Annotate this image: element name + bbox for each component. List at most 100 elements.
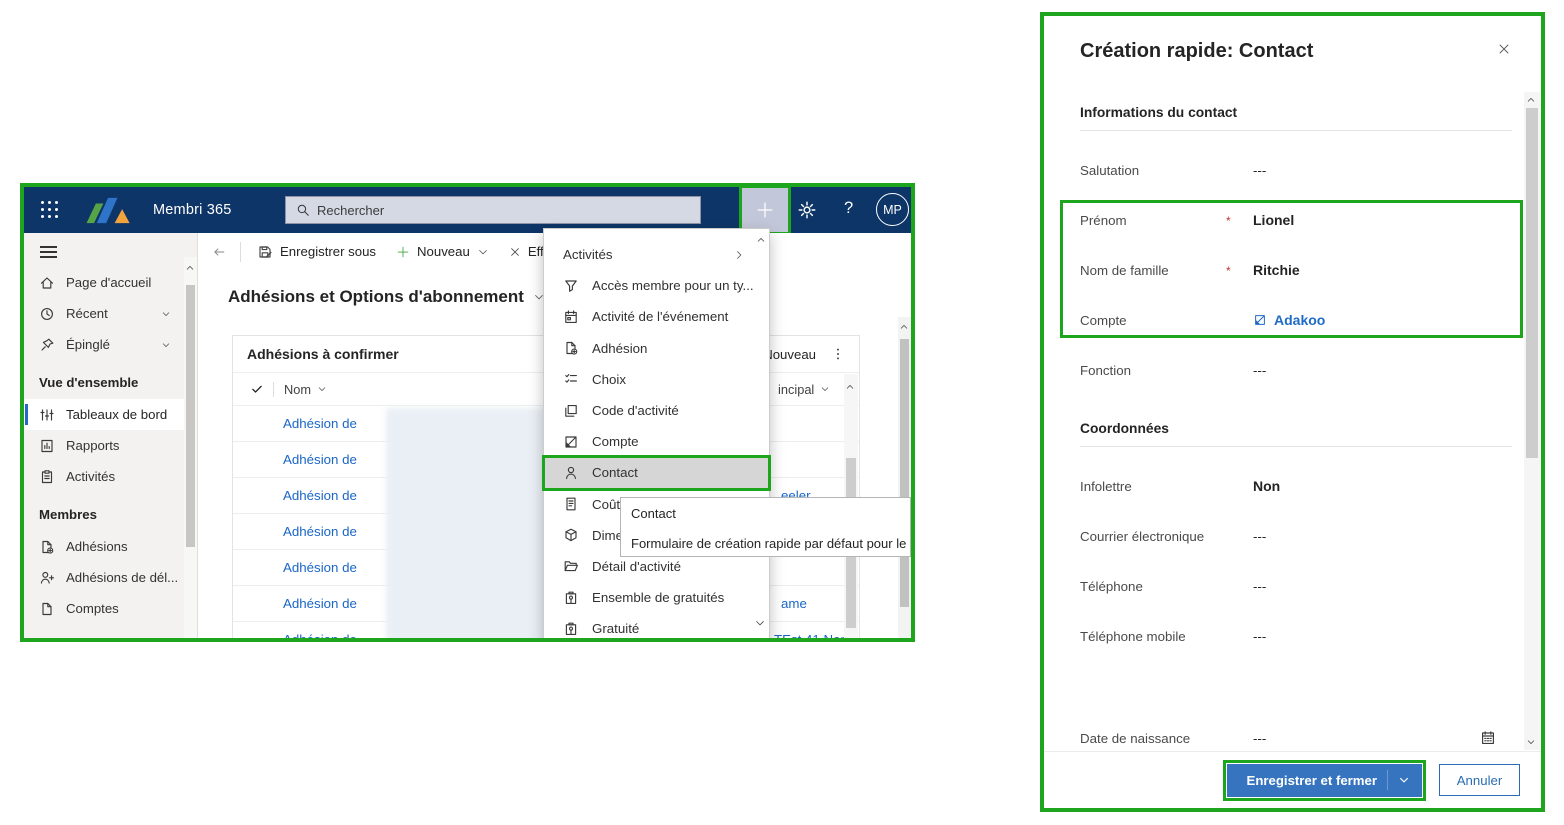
menu-item-label: Choix	[592, 372, 626, 387]
sidebar-item-adh-sions-de-d-l[interactable]: Adhésions de dél...	[24, 562, 197, 593]
panel-scrollbar[interactable]	[1524, 92, 1540, 750]
save-and-close-button[interactable]: Enregistrer et fermer	[1227, 764, 1422, 797]
row-name-link[interactable]: Adhésion de	[283, 560, 357, 575]
avatar[interactable]: MP	[876, 193, 909, 226]
menu-item-label: Compte	[592, 434, 639, 449]
scrollbar-thumb[interactable]	[186, 285, 195, 547]
checklist-icon	[563, 371, 580, 387]
field-value[interactable]: ---	[1253, 163, 1266, 178]
new-button[interactable]: Nouveau	[386, 244, 499, 259]
field-row-nom-de-famille: Nom de famille*Ritchie	[1080, 245, 1512, 295]
menu-item-code-d-activit[interactable]: Code d'activité	[544, 395, 769, 426]
gear-icon[interactable]	[797, 200, 817, 220]
sidebar-scrollbar[interactable]	[184, 257, 197, 638]
menu-item-compte[interactable]: Compte	[544, 426, 769, 457]
scrollbar-thumb[interactable]	[1526, 108, 1538, 458]
menu-item-choix[interactable]: Choix	[544, 364, 769, 395]
row-name-link[interactable]: Adhésion de	[283, 452, 357, 467]
sidebar-nav: Page d'accueilRécentÉpingléVue d'ensembl…	[24, 267, 197, 624]
scroll-up-icon[interactable]	[845, 382, 855, 392]
scrollbar-thumb[interactable]	[900, 339, 909, 607]
close-button[interactable]	[1497, 42, 1511, 56]
menu-item-activit-s[interactable]: Activités	[544, 239, 769, 270]
scroll-up-icon[interactable]	[899, 322, 909, 332]
menu-item-ensemble-de-gratuit-s[interactable]: Ensemble de gratuités	[544, 582, 769, 613]
quick-create-plus-button[interactable]	[742, 188, 788, 232]
row-name-link[interactable]: Adhésion de	[283, 524, 357, 539]
field-value[interactable]: ---	[1253, 579, 1266, 594]
menu-item-label: Contact	[592, 465, 638, 480]
close-icon	[509, 246, 521, 258]
sidebar-item-r-cent[interactable]: Récent	[24, 298, 197, 329]
menu-item-label: Adhésion	[592, 341, 647, 356]
sidebar-item-rapports[interactable]: Rapports	[24, 430, 197, 461]
search-icon	[296, 203, 310, 217]
top-navbar: Membri 365 ? MP	[24, 187, 911, 233]
field-value[interactable]: ---	[1253, 363, 1266, 378]
sidebar-item-pingl[interactable]: Épinglé	[24, 329, 197, 360]
row-name-link[interactable]: Adhésion de	[283, 488, 357, 503]
menu-item-acc-s-membre-pour-un-ty[interactable]: Accès membre pour un ty...	[544, 270, 769, 301]
field-value[interactable]: Ritchie	[1253, 262, 1300, 278]
menu-item-label: Activité de l'événement	[592, 309, 728, 324]
required-asterisk	[1226, 485, 1253, 487]
save-as-icon	[257, 244, 273, 260]
scroll-up-icon[interactable]	[1526, 95, 1536, 105]
sidebar-item-label: Activités	[66, 469, 115, 484]
required-asterisk	[1226, 635, 1253, 637]
field-value-text: Ritchie	[1253, 262, 1300, 278]
sidebar-item-tableaux-de-bord[interactable]: Tableaux de bord	[24, 399, 197, 430]
back-button[interactable]	[204, 245, 234, 259]
clipboard-icon	[39, 469, 55, 485]
clock-icon	[39, 306, 55, 322]
field-value[interactable]: ---	[1253, 629, 1266, 644]
waffle-icon[interactable]	[41, 201, 59, 219]
field-value[interactable]: ---	[1253, 731, 1266, 746]
sidebar-item-comptes[interactable]: Comptes	[24, 593, 197, 624]
field-row-infolettre: InfolettreNon	[1080, 461, 1512, 511]
more-icon[interactable]	[831, 347, 845, 361]
row-name-link[interactable]: Adhésion de	[283, 632, 357, 638]
main-scrollbar[interactable]	[898, 317, 911, 638]
calendar-icon	[563, 309, 580, 325]
sidebar-item-page-d-accueil[interactable]: Page d'accueil	[24, 267, 197, 298]
global-search[interactable]	[285, 196, 701, 224]
divider	[1080, 130, 1512, 131]
field-value[interactable]: Adakoo	[1253, 312, 1325, 328]
field-value[interactable]: ---	[1253, 529, 1266, 544]
person-add-icon	[39, 570, 55, 586]
row-contact-link[interactable]: ame	[781, 596, 807, 611]
menu-item-activit-de-l-v-nement[interactable]: Activité de l'événement	[544, 301, 769, 332]
menu-item-adh-sion[interactable]: Adhésion	[544, 333, 769, 364]
copy-icon	[563, 403, 580, 419]
field-value-text: ---	[1253, 363, 1266, 378]
scroll-down-icon[interactable]	[1526, 737, 1536, 747]
row-name-link[interactable]: Adhésion de	[283, 416, 357, 431]
field-value[interactable]: Lionel	[1253, 212, 1294, 228]
field-label: Salutation	[1080, 163, 1226, 178]
cancel-button[interactable]: Annuler	[1439, 764, 1520, 796]
save-as-button[interactable]: Enregistrer sous	[247, 244, 386, 260]
chevron-down-icon[interactable]	[1398, 774, 1410, 786]
menu-item-contact[interactable]: Contact	[544, 457, 769, 488]
sidebar-item-adh-sions[interactable]: Adhésions	[24, 531, 197, 562]
column-header-principal[interactable]: incipal	[778, 382, 830, 397]
field-label: Fonction	[1080, 363, 1226, 378]
field-row-t-l-phone: Téléphone---	[1080, 561, 1512, 611]
column-header-nom[interactable]: Nom	[284, 382, 327, 397]
giftset-icon	[563, 590, 580, 606]
field-value[interactable]: Non	[1253, 478, 1280, 494]
menu-item-gratuit[interactable]: Gratuité	[544, 613, 769, 638]
sidebar-item-activit-s[interactable]: Activités	[24, 461, 197, 492]
menu-item-label: Dime	[592, 528, 623, 543]
scroll-up-icon[interactable]	[185, 263, 195, 273]
help-button[interactable]: ?	[844, 199, 853, 218]
tooltip: Contact Formulaire de création rapide pa…	[620, 497, 911, 557]
sidebar-section-header: Membres	[24, 492, 197, 531]
divider	[273, 382, 274, 397]
row-name-link[interactable]: Adhésion de	[283, 596, 357, 611]
check-icon[interactable]	[251, 383, 263, 395]
search-input[interactable]	[317, 203, 700, 218]
hamburger-icon[interactable]	[40, 246, 57, 258]
main-window: Membri 365 ? MP Page d'accueilRécentÉpin…	[20, 183, 915, 642]
